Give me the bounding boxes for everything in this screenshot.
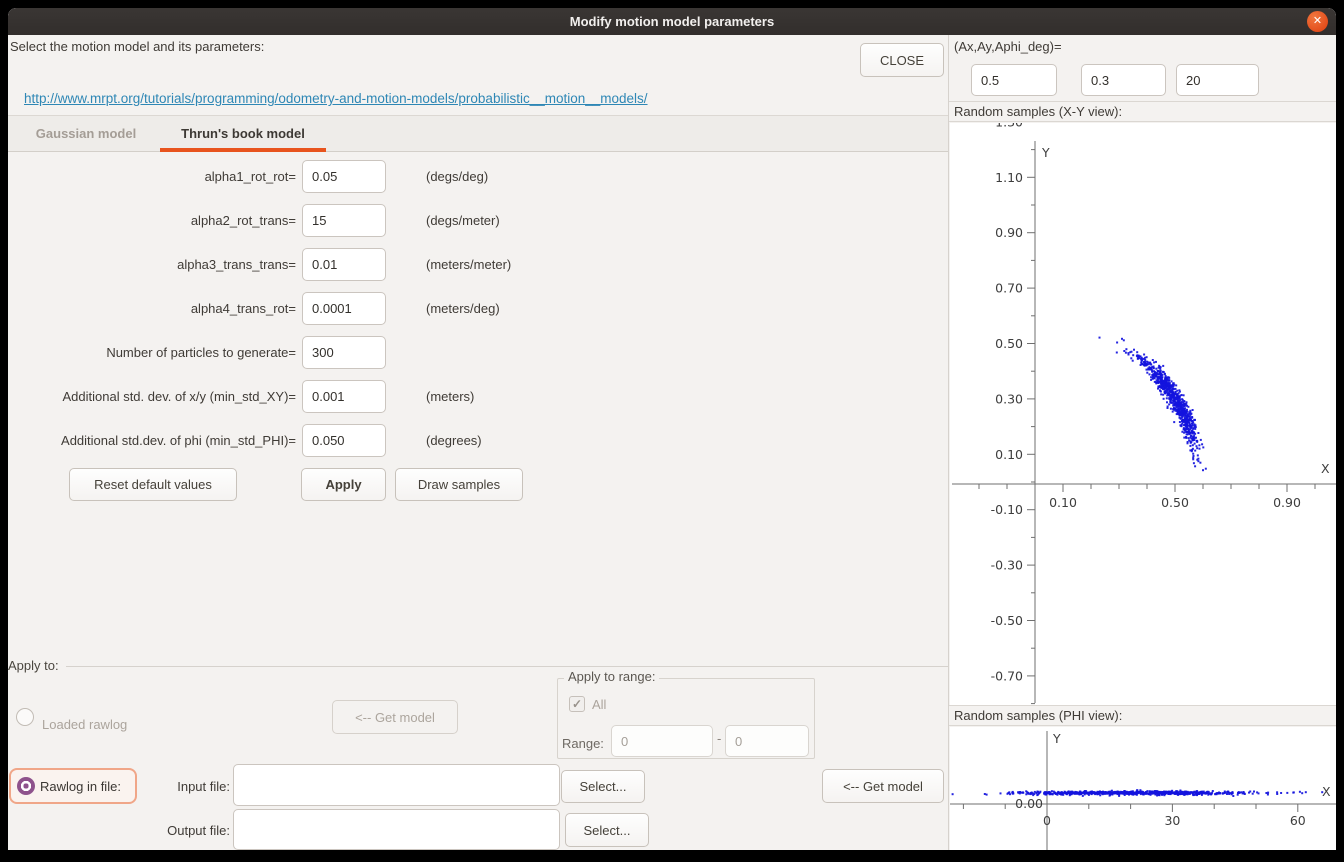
tab-gaussian-model[interactable]: Gaussian model [24, 116, 148, 152]
tab-label: Gaussian model [36, 126, 136, 141]
param-row-alpha4: alpha4_trans_rot= (meters/deg) [8, 292, 948, 325]
get-model-button-disabled: <-- Get model [332, 700, 458, 734]
phi-samples-plot[interactable]: Y X 0 30 60 0.00 [950, 727, 1336, 850]
param-label: Additional std. dev. of x/y (min_std_XY)… [8, 380, 296, 413]
tab-bar: Gaussian model Thrun's book model [8, 115, 948, 152]
apply-to-legend: Apply to: [8, 658, 63, 673]
svg-text:0.30: 0.30 [995, 391, 1023, 406]
alpha3-input[interactable] [302, 248, 386, 281]
param-row-min-std-phi: Additional std.dev. of phi (min_std_PHI)… [8, 424, 948, 457]
param-label: alpha1_rot_rot= [8, 160, 296, 193]
select-input-file-button[interactable]: Select... [561, 770, 645, 803]
alpha4-input[interactable] [302, 292, 386, 325]
delta-phi-input[interactable] [1176, 64, 1259, 96]
svg-text:0: 0 [1043, 813, 1051, 828]
delta-x-input[interactable] [971, 64, 1057, 96]
svg-text:0.10: 0.10 [1049, 495, 1077, 510]
svg-text:60: 60 [1290, 813, 1306, 828]
tutorial-link[interactable]: http://www.mrpt.org/tutorials/programmin… [24, 91, 648, 106]
svg-text:1.30: 1.30 [995, 123, 1023, 129]
apply-button[interactable]: Apply [301, 468, 386, 501]
range-separator: - [717, 731, 721, 746]
get-model-button[interactable]: <-- Get model [822, 769, 944, 803]
close-button[interactable]: CLOSE [860, 43, 944, 77]
svg-text:1.10: 1.10 [995, 170, 1023, 185]
min-std-xy-input[interactable] [302, 380, 386, 413]
particles-input[interactable] [302, 336, 386, 369]
delta-y-input[interactable] [1081, 64, 1166, 96]
svg-text:Y: Y [1052, 731, 1061, 746]
alpha2-input[interactable] [302, 204, 386, 237]
select-output-file-button[interactable]: Select... [565, 813, 649, 847]
loaded-rawlog-radio [16, 708, 34, 726]
samples-panel: (Ax,Ay,Aphi_deg)= Random samples (X-Y vi… [948, 35, 1336, 850]
check-icon: ✓ [572, 697, 582, 711]
svg-text:0.10: 0.10 [995, 447, 1023, 462]
xy-view-header: Random samples (X-Y view): [949, 101, 1336, 122]
range-to-input [725, 725, 809, 757]
apply-to-range-legend: Apply to range: [564, 669, 659, 684]
svg-text:0.50: 0.50 [1161, 495, 1189, 510]
active-tab-underline [160, 148, 326, 152]
close-icon: ✕ [1313, 15, 1322, 27]
delta-pose-label: (Ax,Ay,Aphi_deg)= [954, 39, 1062, 54]
svg-text:Y: Y [1041, 145, 1050, 160]
param-row-particles: Number of particles to generate= [8, 336, 948, 369]
input-file-field[interactable] [233, 764, 560, 806]
rawlog-in-file-radio[interactable] [17, 777, 35, 795]
min-std-phi-input[interactable] [302, 424, 386, 457]
param-label: Additional std.dev. of phi (min_std_PHI)… [8, 424, 296, 457]
instruction-label: Select the motion model and its paramete… [10, 39, 264, 54]
apply-to-frame-border [66, 666, 948, 667]
param-label: alpha4_trans_rot= [8, 292, 296, 325]
reset-default-values-button[interactable]: Reset default values [69, 468, 237, 501]
svg-text:0.50: 0.50 [995, 336, 1023, 351]
svg-text:30: 30 [1164, 813, 1180, 828]
param-label: Number of particles to generate= [8, 336, 296, 369]
window-close-button[interactable]: ✕ [1307, 11, 1328, 32]
param-unit: (meters/deg) [426, 292, 500, 325]
phi-view-header: Random samples (PHI view): [949, 705, 1336, 726]
param-unit: (meters/meter) [426, 248, 511, 281]
svg-text:X: X [1322, 784, 1331, 799]
param-unit: (meters) [426, 380, 474, 413]
param-row-min-std-xy: Additional std. dev. of x/y (min_std_XY)… [8, 380, 948, 413]
svg-text:-0.10: -0.10 [991, 502, 1023, 517]
svg-text:0.90: 0.90 [1273, 495, 1301, 510]
dialog-window: Modify motion model parameters ✕ Select … [8, 8, 1336, 850]
range-label: Range: [562, 736, 604, 751]
svg-text:0.90: 0.90 [995, 225, 1023, 240]
tab-label: Thrun's book model [181, 126, 305, 141]
screenshot-canvas: Modify motion model parameters ✕ Select … [0, 0, 1344, 862]
loaded-rawlog-label: Loaded rawlog [42, 717, 127, 732]
svg-text:-0.70: -0.70 [991, 668, 1023, 683]
all-checkbox: ✓ [569, 696, 585, 712]
phi-view-title: Random samples (PHI view): [954, 708, 1122, 723]
svg-text:-0.50: -0.50 [991, 613, 1023, 628]
output-file-field[interactable] [233, 809, 560, 850]
draw-samples-button[interactable]: Draw samples [395, 468, 523, 501]
param-row-alpha3: alpha3_trans_trans= (meters/meter) [8, 248, 948, 281]
xy-samples-plot[interactable]: Y X 1.30 1.10 0.90 0.70 0.50 0.30 0.10 -0.10 -0.30… [950, 123, 1336, 705]
param-unit: (degs/meter) [426, 204, 500, 237]
alpha1-input[interactable] [302, 160, 386, 193]
param-unit: (degs/deg) [426, 160, 488, 193]
window-title: Modify motion model parameters [8, 8, 1336, 35]
tab-thrun-book-model[interactable]: Thrun's book model [160, 116, 326, 152]
input-file-label: Input file: [108, 779, 230, 794]
titlebar[interactable]: Modify motion model parameters ✕ [8, 8, 1336, 35]
param-row-alpha1: alpha1_rot_rot= (degs/deg) [8, 160, 948, 193]
output-file-label: Output file: [108, 823, 230, 838]
param-row-alpha2: alpha2_rot_trans= (degs/meter) [8, 204, 948, 237]
param-unit: (degrees) [426, 424, 482, 457]
svg-text:0.00: 0.00 [1015, 796, 1043, 811]
all-checkbox-label: All [592, 697, 606, 712]
param-label: alpha2_rot_trans= [8, 204, 296, 237]
xy-view-title: Random samples (X-Y view): [954, 104, 1122, 119]
svg-text:X: X [1321, 461, 1330, 476]
svg-text:-0.30: -0.30 [991, 558, 1023, 573]
svg-text:0.70: 0.70 [995, 281, 1023, 296]
param-label: alpha3_trans_trans= [8, 248, 296, 281]
range-from-input [611, 725, 713, 757]
